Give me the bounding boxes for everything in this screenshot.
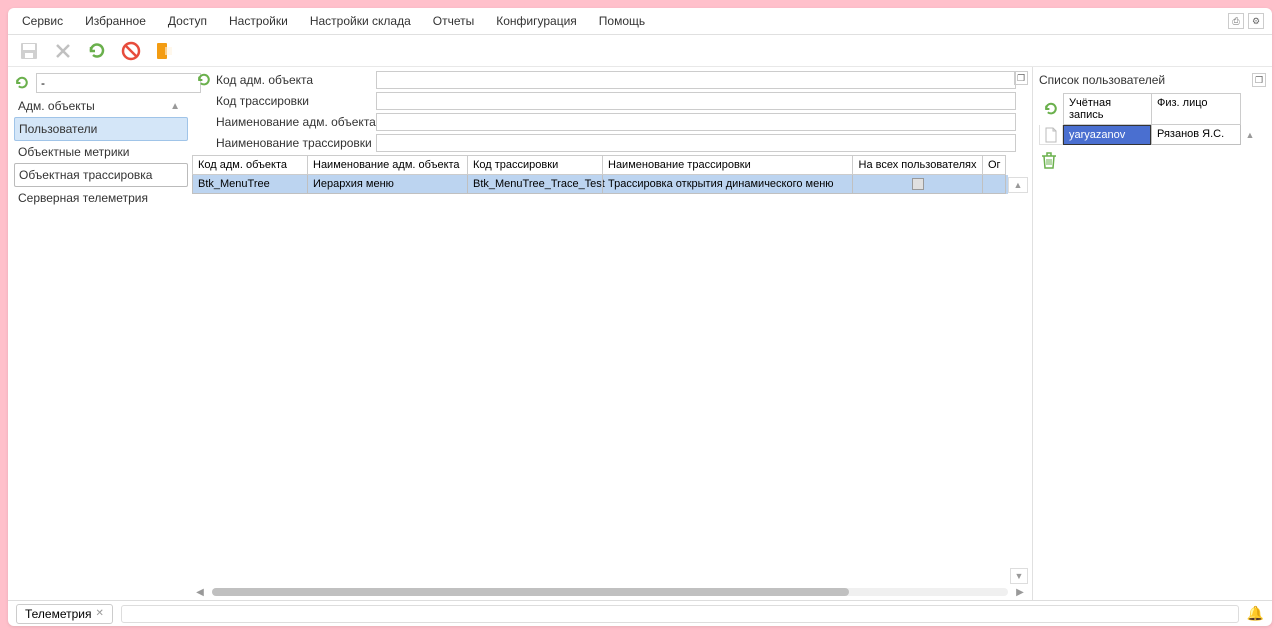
grid-row[interactable]: Btk_MenuTree Иерархия меню Btk_MenuTree_… xyxy=(192,175,1008,194)
left-search-input[interactable] xyxy=(36,73,201,93)
grid-cell-tracecode: Btk_MenuTree_Trace_Test xyxy=(467,175,602,194)
form-label-admcode: Код адм. объекта xyxy=(216,73,376,87)
form-label-tracecode: Код трассировки xyxy=(216,94,376,108)
panel-restore-icon[interactable]: ❐ xyxy=(1014,71,1028,85)
tree-item-label: Серверная телеметрия xyxy=(18,191,148,205)
tree-item-users[interactable]: Пользователи xyxy=(14,117,188,141)
tree-item-server-telemetry[interactable]: Серверная телеметрия xyxy=(14,187,188,209)
menu-service[interactable]: Сервис xyxy=(18,12,67,30)
right-panel: ❐ Список пользователей Учётная запись Фи… xyxy=(1032,67,1272,600)
menubar: Сервис Избранное Доступ Настройки Настро… xyxy=(8,8,1272,35)
grid-hscroll[interactable]: ◀ ▶ xyxy=(192,584,1028,600)
right-cell-person: Рязанов Я.С. xyxy=(1151,125,1241,145)
tree-item-label: Объектные метрики xyxy=(18,145,129,159)
grid-cell-tracename: Трассировка открытия динамического меню xyxy=(602,175,852,194)
tree-item-object-trace[interactable]: Объектная трассировка xyxy=(14,163,188,187)
scroll-up-icon[interactable]: ▲ xyxy=(1241,125,1259,145)
document-icon xyxy=(1039,125,1063,145)
chevron-up-icon: ▲ xyxy=(170,101,180,112)
close-icon[interactable] xyxy=(52,40,74,62)
right-header-account[interactable]: Учётная запись xyxy=(1063,93,1151,125)
center-panel: ❐ Код адм. объекта Код трассировки Наиме… xyxy=(188,67,1032,600)
right-header-person[interactable]: Физ. лицо xyxy=(1151,93,1241,125)
bell-icon[interactable]: 🔔 xyxy=(1247,605,1264,622)
toolbar xyxy=(8,35,1272,67)
scroll-left-icon[interactable]: ◀ xyxy=(192,586,208,598)
input-trace-code[interactable] xyxy=(376,92,1016,110)
menu-favorites[interactable]: Избранное xyxy=(81,12,150,30)
input-trace-name[interactable] xyxy=(376,134,1016,152)
block-icon[interactable] xyxy=(120,40,142,62)
scroll-thumb[interactable] xyxy=(212,588,849,596)
tree-item-label: Объектная трассировка xyxy=(19,168,152,182)
close-tab-icon[interactable]: ✕ xyxy=(96,608,104,619)
grid-header-tracecode[interactable]: Код трассировки xyxy=(467,155,602,175)
grid-header: Код адм. объекта Наименование адм. объек… xyxy=(192,155,1008,175)
left-refresh-icon[interactable] xyxy=(14,75,30,91)
menu-configuration[interactable]: Конфигурация xyxy=(492,12,581,30)
scroll-right-icon[interactable]: ▶ xyxy=(1012,586,1028,598)
tree-header-label: Адм. объекты xyxy=(18,99,95,113)
exit-icon[interactable] xyxy=(154,40,176,62)
status-tab[interactable]: Телеметрия ✕ xyxy=(16,604,113,624)
menu-access[interactable]: Доступ xyxy=(164,12,211,30)
checkbox-icon[interactable] xyxy=(912,178,924,190)
right-refresh-icon[interactable] xyxy=(1043,101,1059,117)
status-tab-label: Телеметрия xyxy=(25,607,92,621)
right-panel-title: Список пользователей xyxy=(1039,73,1266,87)
statusbar: Телеметрия ✕ 🔔 xyxy=(8,600,1272,626)
menu-reports[interactable]: Отчеты xyxy=(429,12,478,30)
grid-cell-allusers[interactable] xyxy=(852,175,982,194)
print-icon[interactable]: ⎙ xyxy=(1228,13,1244,29)
gear-icon[interactable]: ⚙ xyxy=(1248,13,1264,29)
delete-icon[interactable] xyxy=(1041,151,1057,169)
menu-help[interactable]: Помощь xyxy=(595,12,649,30)
input-adm-code[interactable] xyxy=(376,71,1016,89)
grid-header-admname[interactable]: Наименование адм. объекта xyxy=(307,155,467,175)
grid-header-tracename[interactable]: Наименование трассировки xyxy=(602,155,852,175)
tree-header[interactable]: Адм. объекты ▲ xyxy=(14,95,188,117)
form-label-admname: Наименование адм. объекта xyxy=(216,115,376,129)
menu-warehouse-settings[interactable]: Настройки склада xyxy=(306,12,415,30)
panel-restore-icon[interactable]: ❐ xyxy=(1252,73,1266,87)
grid-header-allusers[interactable]: На всех пользователях xyxy=(852,155,982,175)
scroll-track[interactable] xyxy=(212,588,1008,596)
grid-cell-extra xyxy=(982,175,1006,194)
menu-settings[interactable]: Настройки xyxy=(225,12,292,30)
grid-vscroll[interactable]: ▲ xyxy=(1008,155,1028,194)
grid-header-extra[interactable]: Ог xyxy=(982,155,1006,175)
grid-header-admcode[interactable]: Код адм. объекта xyxy=(192,155,307,175)
grid-cell-admcode: Btk_MenuTree xyxy=(192,175,307,194)
scroll-down-icon[interactable]: ▼ xyxy=(1010,568,1028,584)
scroll-up-icon[interactable]: ▲ xyxy=(1008,177,1028,193)
status-search-input[interactable] xyxy=(121,605,1239,623)
grid-cell-admname: Иерархия меню xyxy=(307,175,467,194)
refresh-icon[interactable] xyxy=(86,40,108,62)
input-adm-name[interactable] xyxy=(376,113,1016,131)
left-panel: Адм. объекты ▲ Пользователи Объектные ме… xyxy=(8,67,188,600)
tree-item-label: Пользователи xyxy=(19,122,97,136)
save-icon[interactable] xyxy=(18,40,40,62)
right-grid-row[interactable]: yaryazanov Рязанов Я.С. ▲ xyxy=(1039,125,1266,145)
right-cell-account[interactable]: yaryazanov xyxy=(1063,125,1151,145)
form-label-tracename: Наименование трассировки xyxy=(216,136,376,150)
tree-item-object-metrics[interactable]: Объектные метрики xyxy=(14,141,188,163)
form-refresh-icon[interactable] xyxy=(196,72,212,88)
